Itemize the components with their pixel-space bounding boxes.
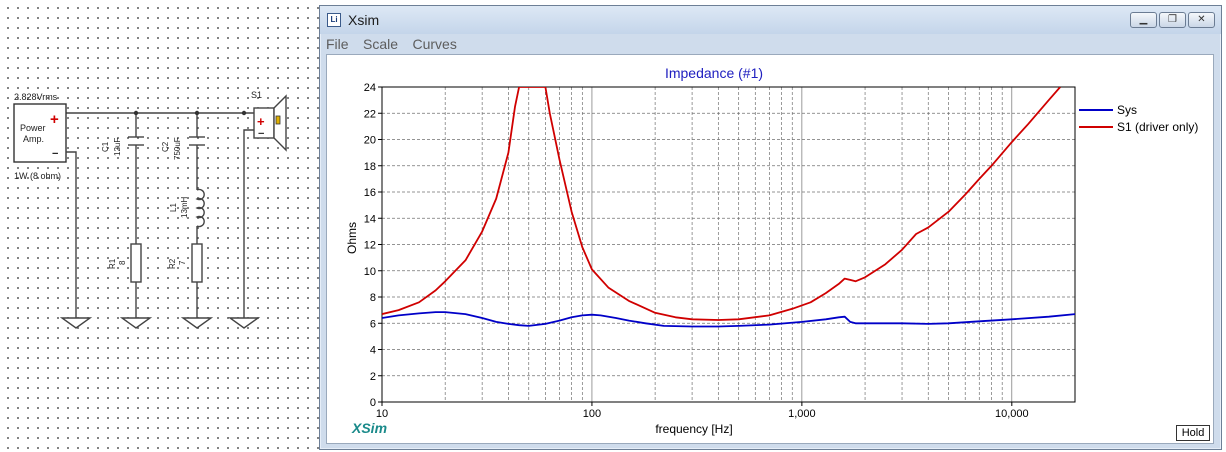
- menu-bar: File Scale Curves: [326, 35, 1215, 53]
- menu-file[interactable]: File: [326, 35, 349, 53]
- legend-label: S1 (driver only): [1117, 120, 1198, 134]
- amp-minus-sign: −: [52, 148, 58, 160]
- crossover-schematic[interactable]: + − Power Amp. + − 2.828Vrms 1W (8 ohm) …: [0, 0, 318, 452]
- app-icon: Li: [327, 13, 341, 27]
- y-tick-label: 18: [364, 161, 376, 173]
- speaker-minus-sign: −: [258, 128, 264, 140]
- series-line-s1: [382, 87, 1061, 321]
- y-tick-label: 10: [364, 266, 376, 278]
- c1-value-label: 12uF: [113, 138, 122, 156]
- close-button[interactable]: ✕: [1188, 12, 1215, 28]
- r1-name-label: R1: [108, 258, 117, 269]
- x-tick-label: 10,000: [995, 408, 1029, 420]
- source-rating-label: 1W (8 ohm): [14, 171, 61, 181]
- speaker-cone-icon: [275, 115, 281, 125]
- ground-symbol: [119, 317, 153, 329]
- amp-plus-sign: +: [50, 111, 59, 128]
- ground-symbol: [227, 317, 261, 329]
- ground-symbol: [59, 317, 93, 329]
- amp-label-line1: Power: [20, 123, 46, 133]
- c1-name-label: C1: [101, 141, 110, 152]
- plot-area[interactable]: 0 2 4 6 8 10 12 14 16 18 20 22 24 10 100 1,000 10,000 Im…: [326, 54, 1214, 444]
- chart-legend: Sys S1 (driver only): [1079, 103, 1198, 134]
- l1-name-label: L1: [169, 203, 178, 212]
- restore-icon: ❐: [1168, 14, 1177, 25]
- y-tick-label: 12: [364, 240, 376, 252]
- x-tick-label: 100: [583, 408, 601, 420]
- y-tick-label: 6: [370, 318, 376, 330]
- window-title: Xsim: [348, 12, 380, 28]
- ground-symbol: [180, 317, 214, 329]
- menu-scale[interactable]: Scale: [363, 35, 398, 53]
- xsim-brand-logo: XSim: [352, 420, 388, 436]
- y-tick-label: 16: [364, 187, 376, 199]
- impedance-chart[interactable]: 02468101214161820222410 100 1,000 10,000 Im…: [327, 55, 1213, 443]
- chart-grid: [381, 86, 1076, 403]
- y-axis-label: Ohms: [345, 222, 359, 254]
- c2-name-label: C2: [161, 141, 170, 152]
- source-voltage-label: 2.828Vrms: [14, 92, 58, 102]
- y-tick-label: 24: [364, 82, 376, 94]
- menu-curves[interactable]: Curves: [413, 35, 457, 53]
- chart-title: Impedance (#1): [665, 65, 763, 81]
- y-tick-label: 8: [370, 292, 376, 304]
- x-axis-label: frequency [Hz]: [655, 422, 732, 436]
- x-tick-label: 1,000: [788, 408, 816, 420]
- speaker-plus-sign: +: [257, 114, 265, 129]
- minimize-button[interactable]: ▁: [1130, 12, 1157, 28]
- window-titlebar[interactable]: Li Xsim ▁ ❐ ✕: [320, 6, 1221, 34]
- r2-name-label: R2: [168, 258, 177, 269]
- c2-value-label: 750uF: [173, 137, 182, 160]
- y-tick-label: 20: [364, 135, 376, 147]
- y-tick-label: 2: [370, 371, 376, 383]
- minimize-icon: ▁: [1139, 14, 1148, 25]
- xsim-window[interactable]: Li Xsim ▁ ❐ ✕ File Scale Curves 0 2 4 6 8 10 1…: [319, 5, 1222, 450]
- y-tick-label: 14: [364, 213, 376, 225]
- y-tick-label: 4: [370, 345, 376, 357]
- x-tick-label: 10: [376, 408, 388, 420]
- chart-ticks: 02468101214161820222410 100 1,000 10,000: [364, 82, 1029, 420]
- close-icon: ✕: [1197, 14, 1206, 25]
- hold-button[interactable]: Hold: [1176, 425, 1210, 441]
- r1-value-label: 8: [118, 260, 127, 265]
- restore-button[interactable]: ❐: [1159, 12, 1186, 28]
- speaker-name-label: S1: [251, 90, 262, 100]
- chart-series: [382, 87, 1075, 328]
- legend-label: Sys: [1117, 103, 1137, 117]
- amp-label-line2: Amp.: [23, 134, 44, 144]
- y-tick-label: 22: [364, 108, 376, 120]
- l1-value-label: 13mH: [180, 196, 189, 218]
- r2-value-label: 7: [178, 260, 187, 265]
